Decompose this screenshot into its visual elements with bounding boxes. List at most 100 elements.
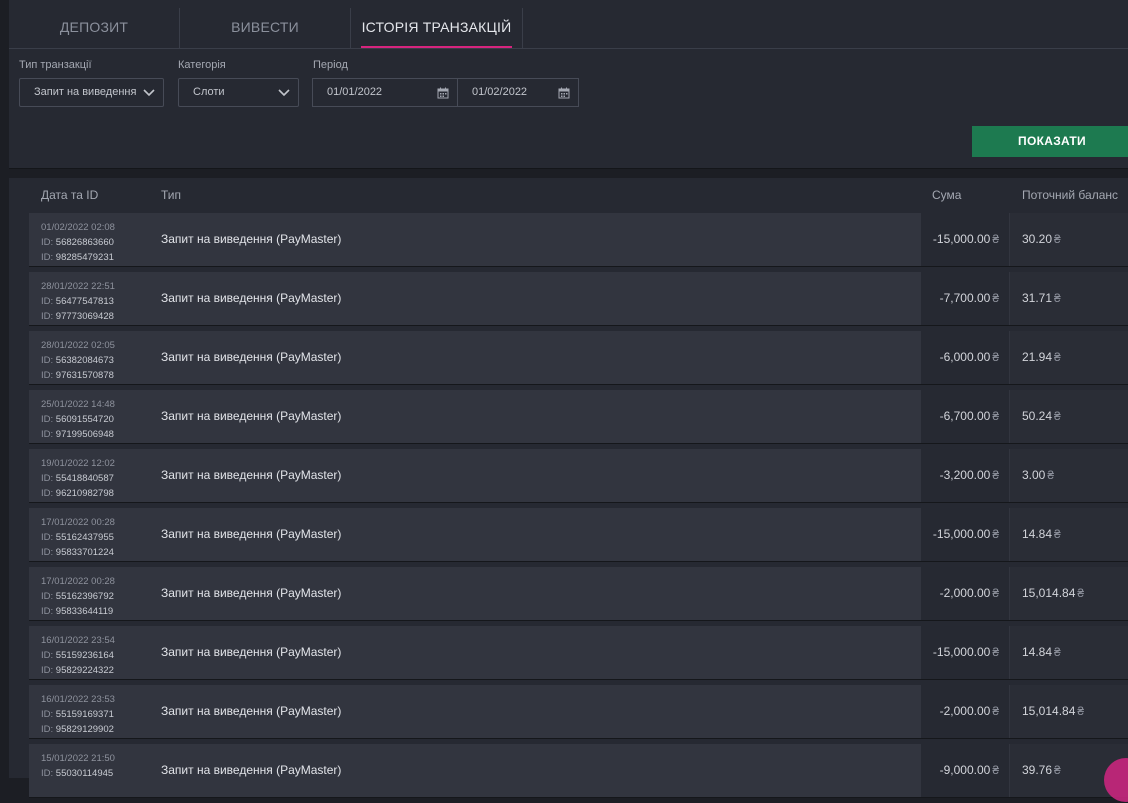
row-type: Запит на виведення (PayMaster) <box>161 763 342 777</box>
table-row[interactable]: 17/01/2022 00:28 ID: 55162437955 ID: 95833… <box>29 508 1128 562</box>
row-balance: 21.94 ₴ <box>1010 331 1128 384</box>
row-type: Запит на виведення (PayMaster) <box>161 409 342 423</box>
row-id-1: 56091554720 <box>55 414 114 425</box>
row-balance-value: 39.76 <box>1022 763 1053 777</box>
date-from-value: 01/01/2022 <box>327 86 383 98</box>
row-type: Запит на виведення (PayMaster) <box>161 645 342 659</box>
currency-icon: ₴ <box>992 704 999 718</box>
period-label: Період <box>313 59 348 71</box>
row-balance-value: 30.20 <box>1022 232 1053 246</box>
row-amount: -15,000.00 ₴ <box>921 626 1009 679</box>
row-meta: 17/01/2022 00:28 ID: 55162437955 ID: 95833… <box>41 515 115 560</box>
row-id-line-1: ID: 55159236164 <box>41 648 115 663</box>
id-prefix: ID: <box>41 311 54 322</box>
row-id-1: 56382084673 <box>55 355 114 366</box>
row-amount-value: -6,000.00 <box>939 350 991 364</box>
row-balance: 30.20 ₴ <box>1010 213 1128 266</box>
row-id-line-2: ID: 95833644119 <box>41 604 115 619</box>
row-datetime: 01/02/2022 02:08 <box>41 222 115 233</box>
table-row[interactable]: 16/01/2022 23:53 ID: 55159169371 ID: 95829… <box>29 685 1128 739</box>
row-meta: 16/01/2022 23:54 ID: 55159236164 ID: 95829… <box>41 633 115 678</box>
currency-icon: ₴ <box>992 468 999 482</box>
row-amount: -6,000.00 ₴ <box>921 331 1009 384</box>
row-id-2: 96210982798 <box>55 488 114 499</box>
row-meta: 17/01/2022 00:28 ID: 55162396792 ID: 95833… <box>41 574 115 619</box>
currency-icon: ₴ <box>992 527 999 541</box>
row-id-2: 97773069428 <box>55 311 114 322</box>
calendar-icon[interactable] <box>437 87 449 99</box>
row-balance-value: 14.84 <box>1022 645 1053 659</box>
row-datetime: 16/01/2022 23:53 <box>41 694 115 705</box>
table-row[interactable]: 16/01/2022 23:54 ID: 55159236164 ID: 95829… <box>29 626 1128 680</box>
date-to-input[interactable]: 01/02/2022 <box>457 78 579 107</box>
row-type: Запит на виведення (PayMaster) <box>161 586 342 600</box>
id-prefix: ID: <box>41 429 54 440</box>
tab-withdraw[interactable]: ВИВЕСТИ <box>180 8 351 48</box>
chevron-down-icon <box>143 89 155 97</box>
tab-deposit[interactable]: ДЕПОЗИТ <box>9 8 180 48</box>
row-id-1: 55418840587 <box>55 473 114 484</box>
currency-icon: ₴ <box>1077 704 1085 718</box>
row-amount: -6,700.00 ₴ <box>921 390 1009 443</box>
row-id-2: 95829129902 <box>55 724 114 735</box>
row-amount-value: -15,000.00 <box>932 527 991 541</box>
row-balance-value: 15,014.84 <box>1022 586 1076 600</box>
date-to-value: 01/02/2022 <box>472 86 528 98</box>
row-type: Запит на виведення (PayMaster) <box>161 350 342 364</box>
row-balance-value: 3.00 <box>1022 468 1046 482</box>
currency-icon: ₴ <box>1054 291 1061 305</box>
row-balance: 3.00 ₴ <box>1010 449 1128 502</box>
transaction-type-select[interactable]: Запит на виведення <box>19 78 164 107</box>
row-balance-value: 31.71 <box>1022 291 1053 305</box>
id-prefix: ID: <box>41 724 54 735</box>
row-meta: 28/01/2022 02:05 ID: 56382084673 ID: 97631… <box>41 338 115 383</box>
row-balance-value: 14.84 <box>1022 527 1053 541</box>
row-id-line-2: ID: 98285479231 <box>41 250 115 265</box>
row-id-1: 55162396792 <box>55 591 114 602</box>
show-button[interactable]: ПОКАЗАТИ <box>972 126 1128 157</box>
row-amount: -15,000.00 ₴ <box>921 213 1009 266</box>
currency-icon: ₴ <box>1047 468 1055 482</box>
header-date-id: Дата та ID <box>41 188 99 202</box>
row-balance-value: 15,014.84 <box>1022 704 1076 718</box>
row-datetime: 17/01/2022 00:28 <box>41 517 115 528</box>
row-id-1: 55162437955 <box>55 532 114 543</box>
row-datetime: 25/01/2022 14:48 <box>41 399 115 410</box>
table-row[interactable]: 17/01/2022 00:28 ID: 55162396792 ID: 95833… <box>29 567 1128 621</box>
row-id-line-2: ID: 95829224322 <box>41 663 115 678</box>
table-row[interactable]: 01/02/2022 02:08 ID: 56826863660 ID: 98285… <box>29 213 1128 267</box>
row-id-line-2: ID: 97773069428 <box>41 309 115 324</box>
currency-icon: ₴ <box>992 409 999 423</box>
table-header: Дата та ID Тип Сума Поточний баланс <box>9 178 1128 212</box>
row-type: Запит на виведення (PayMaster) <box>161 468 342 482</box>
category-label: Категорія <box>178 59 226 71</box>
table-row[interactable]: 25/01/2022 14:48 ID: 56091554720 ID: 97199… <box>29 390 1128 444</box>
tab-transaction-history[interactable]: ІСТОРІЯ ТРАНЗАКЦІЙ <box>351 8 523 48</box>
table-row[interactable]: 28/01/2022 22:51 ID: 56477547813 ID: 97773… <box>29 272 1128 326</box>
calendar-icon[interactable] <box>558 87 570 99</box>
table-row[interactable]: 28/01/2022 02:05 ID: 56382084673 ID: 97631… <box>29 331 1128 385</box>
transaction-type-value: Запит на виведення <box>34 86 137 98</box>
row-type: Запит на виведення (PayMaster) <box>161 704 342 718</box>
table-row[interactable]: 19/01/2022 12:02 ID: 55418840587 ID: 96210… <box>29 449 1128 503</box>
row-balance: 15,014.84 ₴ <box>1010 567 1128 620</box>
row-amount: -15,000.00 ₴ <box>921 508 1009 561</box>
row-id-1: 56477547813 <box>55 296 114 307</box>
row-id-line-1: ID: 55030114945 <box>41 766 115 781</box>
date-from-input[interactable]: 01/01/2022 <box>312 78 458 107</box>
row-amount-value: -3,200.00 <box>939 468 991 482</box>
row-datetime: 19/01/2022 12:02 <box>41 458 115 469</box>
currency-icon: ₴ <box>1054 645 1061 659</box>
row-meta: 25/01/2022 14:48 ID: 56091554720 ID: 97199… <box>41 397 115 442</box>
id-prefix: ID: <box>41 355 54 366</box>
row-id-2: 98285479231 <box>55 252 114 263</box>
currency-icon: ₴ <box>992 232 999 246</box>
row-balance: 14.84 ₴ <box>1010 626 1128 679</box>
id-prefix: ID: <box>41 237 54 248</box>
row-id-line-1: ID: 56477547813 <box>41 294 115 309</box>
row-type: Запит на виведення (PayMaster) <box>161 232 342 246</box>
row-datetime: 28/01/2022 22:51 <box>41 281 115 292</box>
category-select[interactable]: Слоти <box>178 78 299 107</box>
table-row[interactable]: 15/01/2022 21:50 ID: 55030114945 Запит на … <box>29 744 1128 798</box>
category-value: Слоти <box>193 86 225 98</box>
